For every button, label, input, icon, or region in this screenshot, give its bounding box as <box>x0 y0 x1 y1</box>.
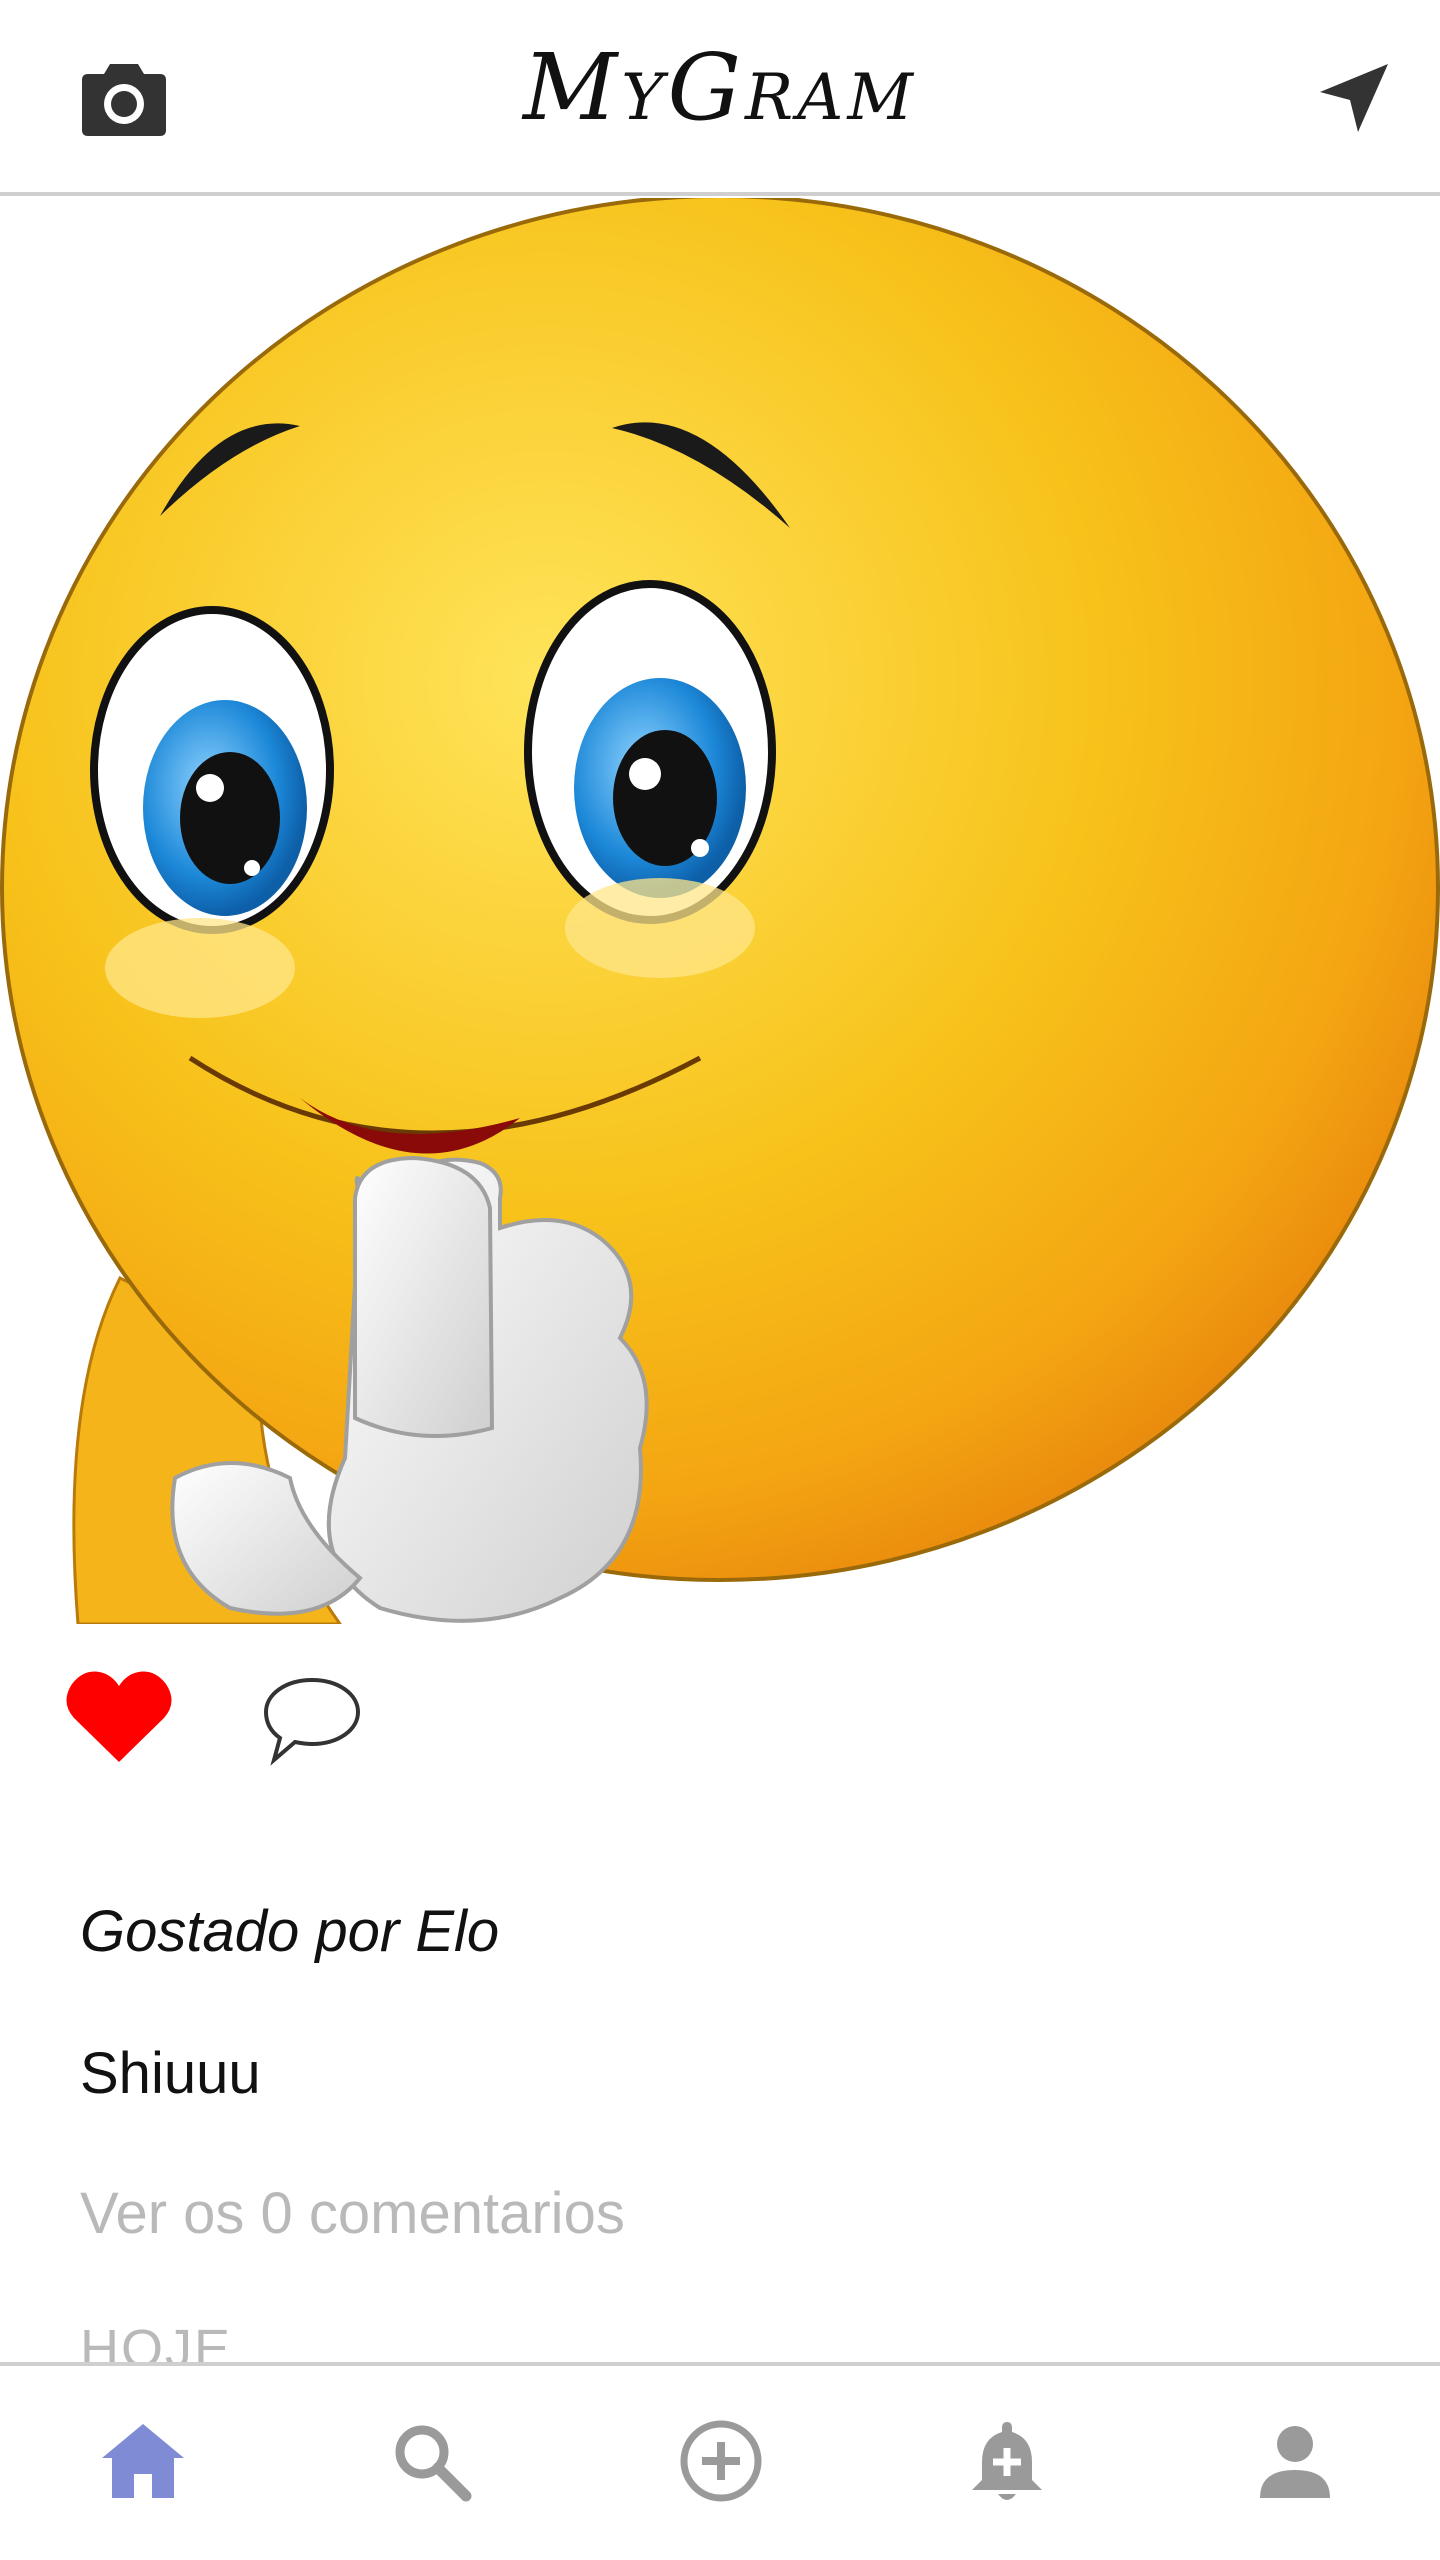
home-icon <box>102 2424 184 2498</box>
nav-add[interactable] <box>676 2416 766 2506</box>
top-header: MyGram <box>0 0 1440 196</box>
nav-profile[interactable] <box>1250 2416 1340 2506</box>
bell-plus-icon <box>972 2422 1042 2500</box>
add-circle-icon <box>680 2420 762 2502</box>
bottom-navigation <box>0 2362 1440 2560</box>
view-comments-link[interactable]: Ver os 0 comentarios <box>80 2180 625 2247</box>
post-caption: Shiuuu <box>80 2041 261 2106</box>
person-icon <box>1260 2426 1330 2498</box>
nav-notifications[interactable] <box>962 2416 1052 2506</box>
brand-logo: MyGram <box>523 34 917 141</box>
post-date: HOJE <box>80 2319 233 2364</box>
likes-text: Gostado por Elo <box>80 1899 500 1964</box>
heart-icon[interactable] <box>66 1668 172 1764</box>
post-image[interactable] <box>0 198 1440 1624</box>
nav-home[interactable] <box>98 2416 188 2506</box>
comment-icon[interactable] <box>262 1668 362 1768</box>
search-icon <box>395 2425 472 2502</box>
nav-search[interactable] <box>386 2416 476 2506</box>
send-icon[interactable] <box>1318 62 1390 134</box>
